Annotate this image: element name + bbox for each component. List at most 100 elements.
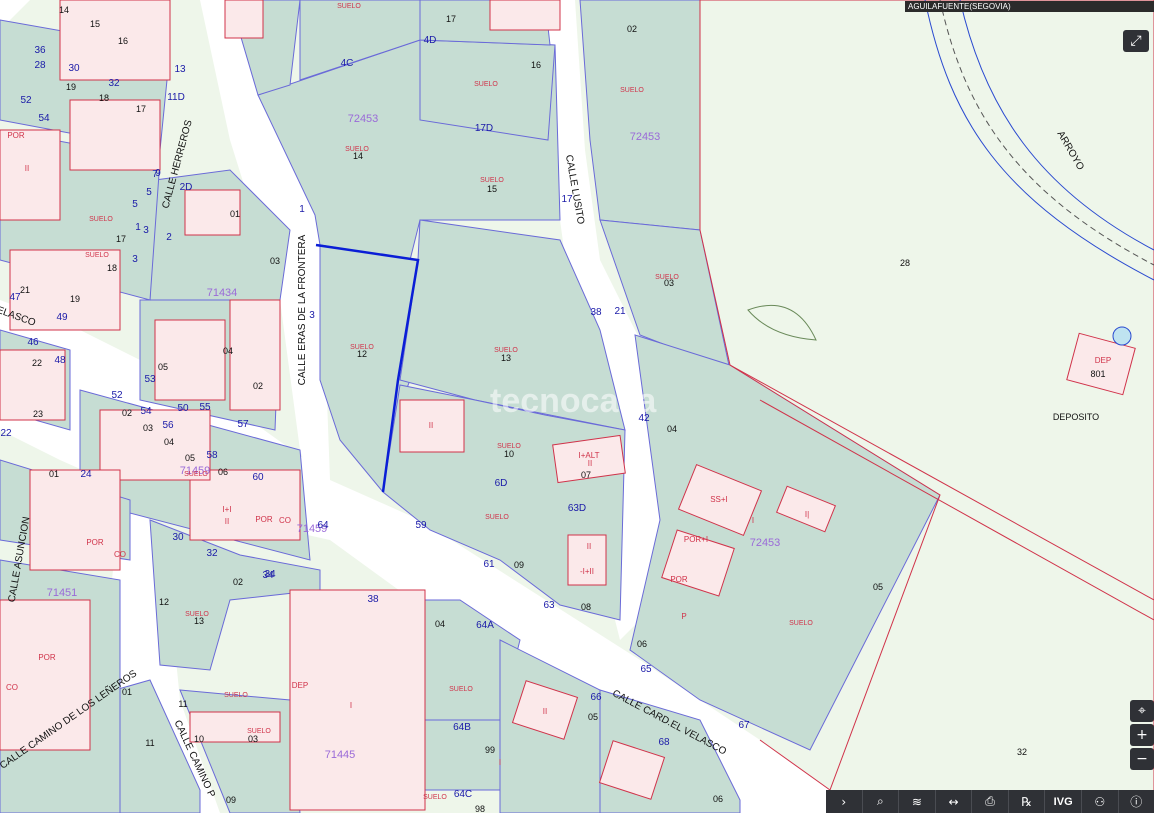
street-number: 32 <box>206 548 218 559</box>
parcel-number: 17 <box>446 14 456 24</box>
measure-icon: ↔ <box>948 794 959 809</box>
street-number: 64 <box>317 520 329 531</box>
parcel-number: 801 <box>1090 369 1105 379</box>
tool-reference[interactable]: ℞ <box>1009 790 1046 813</box>
building-label: II <box>587 542 591 551</box>
parcel-number: 16 <box>118 36 128 46</box>
street-number: 34 <box>264 569 276 580</box>
land-label: SUELO <box>350 344 374 351</box>
parcel-number: 22 <box>32 358 42 368</box>
street-number: 2 <box>166 232 172 243</box>
fullscreen-icon: ⤢ <box>1130 33 1142 49</box>
locate-button[interactable]: ⌖ <box>1130 700 1154 722</box>
building-label: I <box>499 758 501 767</box>
street-number: 47 <box>9 292 21 303</box>
building-label: POR+I <box>684 535 708 544</box>
street-number: 42 <box>638 413 650 424</box>
parcel-number: 02 <box>627 24 637 34</box>
street-number: 66 <box>590 692 602 703</box>
street-number: 1 <box>299 204 305 215</box>
block-number: 71434 <box>207 287 238 299</box>
building-label: -I+II <box>580 567 594 576</box>
street-number: 3 <box>143 225 149 236</box>
locate-icon: ⌖ <box>1138 703 1146 719</box>
parcel-number: 04 <box>667 424 677 434</box>
map-toolbar: › ⌕ ≋ ↔ ⎙ ℞ IVG ⚇ ⓘ <box>826 790 1154 813</box>
parcel-number: 32 <box>1017 747 1027 757</box>
zoom-out-button[interactable]: − <box>1130 748 1154 770</box>
tool-layers[interactable]: ≋ <box>899 790 936 813</box>
tool-ivg[interactable]: IVG <box>1045 790 1082 813</box>
tool-info[interactable]: ⓘ <box>1119 790 1154 813</box>
ivg-icon: IVG <box>1053 795 1073 808</box>
street-number: 52 <box>20 95 32 106</box>
street-number: 30 <box>68 63 80 74</box>
parcel-number: 17 <box>136 104 146 114</box>
parcel-number: 11 <box>178 699 187 709</box>
cadastral-map[interactable]: tecnocasa CALLE HERREROSCALLE ERAS DE LA… <box>0 0 1154 813</box>
block-number: 72453 <box>348 113 379 125</box>
parcel-number: 18 <box>107 263 117 273</box>
street-number: 48 <box>54 355 66 366</box>
tool-share[interactable]: ⚇ <box>1082 790 1119 813</box>
plus-icon: + <box>1136 727 1148 743</box>
street-number: 38 <box>367 594 379 605</box>
street-number: 58 <box>206 450 218 461</box>
tool-measure[interactable]: ↔ <box>936 790 973 813</box>
land-label: SUELO <box>655 274 679 281</box>
land-label: SUELO <box>480 177 504 184</box>
parcel-number: 02 <box>122 408 132 418</box>
land-label: SUELO <box>474 81 498 88</box>
street-number: 13 <box>174 64 186 75</box>
street-number: 24 <box>80 469 92 480</box>
street-number: 30 <box>172 532 184 543</box>
street-number: 50 <box>177 403 189 414</box>
street-number: 22 <box>0 428 12 439</box>
parcel-number: 04 <box>164 437 174 447</box>
street-number: 68 <box>658 737 670 748</box>
land-label: SUELO <box>485 514 509 521</box>
building-label: DEP <box>292 681 308 690</box>
parcel-number: 05 <box>158 362 168 372</box>
zoom-in-button[interactable]: + <box>1130 724 1154 746</box>
street-number: 67 <box>738 720 750 731</box>
parcel-number: 98 <box>475 804 485 813</box>
land-label: SUELO <box>89 216 113 223</box>
land-label: SUELO <box>184 471 208 478</box>
street-number: 4C <box>341 58 354 69</box>
tool-print[interactable]: ⎙ <box>972 790 1009 813</box>
street-number: 5 <box>132 199 138 210</box>
print-icon: ⎙ <box>985 794 995 808</box>
building-label: CO <box>114 550 126 559</box>
building-label: I+I <box>222 505 231 514</box>
parcel-number: 17 <box>116 234 126 244</box>
land-label: SUELO <box>224 692 248 699</box>
parcel-number: 06 <box>637 639 647 649</box>
street-number: 17 <box>561 194 573 205</box>
street-number: 56 <box>162 420 174 431</box>
land-label: SUELO <box>497 443 521 450</box>
street-number: 32 <box>108 78 120 89</box>
parcel-number: 03 <box>143 423 153 433</box>
parcel-number: 28 <box>900 258 910 268</box>
street-number: 2D <box>180 182 193 193</box>
street-number: 65 <box>640 664 652 675</box>
street-number: 4D <box>424 35 437 46</box>
street-number: 9 <box>155 168 161 179</box>
parcel-number: 01 <box>49 469 59 479</box>
tool-expand[interactable]: › <box>826 790 863 813</box>
building-label: II <box>543 707 547 716</box>
info-icon: ⓘ <box>1130 795 1143 809</box>
fullscreen-button[interactable]: ⤢ <box>1123 30 1149 52</box>
street-number: 61 <box>483 559 495 570</box>
land-label: SUELO <box>85 252 109 259</box>
land-label: SUELO <box>789 620 813 627</box>
building-label: I| <box>805 510 809 519</box>
building-label: SS+I <box>710 495 728 504</box>
parcel-number: 23 <box>33 409 43 419</box>
tool-search[interactable]: ⌕ <box>863 790 900 813</box>
parcel-number: 05 <box>588 712 598 722</box>
parcel-number: 01 <box>122 687 132 697</box>
street-label-eras: CALLE ERAS DE LA FRONTERA <box>297 234 308 385</box>
street-number: 6D <box>495 478 508 489</box>
